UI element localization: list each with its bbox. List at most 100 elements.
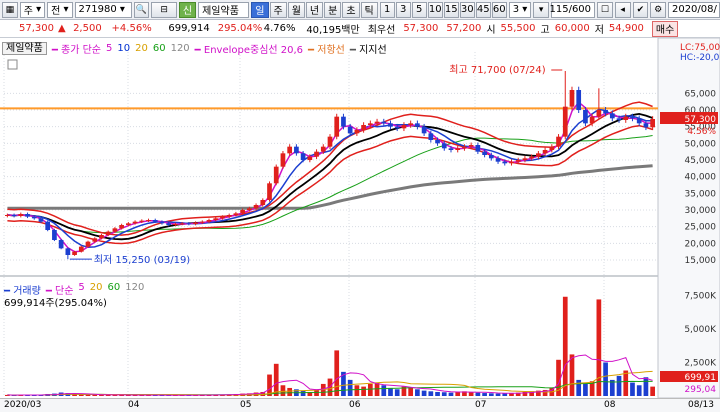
stock-code-input[interactable]: 271980 ▾ <box>74 1 132 18</box>
price-tick-label: 35,000 <box>685 189 717 199</box>
volume-bar <box>334 350 340 396</box>
arrow-left-icon[interactable]: ◂ <box>614 1 631 18</box>
candle-body <box>569 90 575 107</box>
search-icon[interactable]: 🔍 <box>133 1 150 18</box>
candle-body <box>347 126 353 134</box>
interval-button-6[interactable]: 45 <box>475 1 491 18</box>
interval-button-7[interactable]: 60 <box>491 1 507 18</box>
volume-bar <box>85 394 91 396</box>
current-price: 57,300 <box>19 23 54 34</box>
check-icon[interactable]: ✔ <box>632 1 649 18</box>
date-axis: 2020/03 04 05 06 07 08 08/13 <box>0 398 720 412</box>
grid-icon[interactable]: ▦ <box>2 1 18 18</box>
lock-icon[interactable]: ⊟ <box>151 1 177 18</box>
candle-body <box>5 215 10 216</box>
candle-body <box>623 116 629 120</box>
candle-body <box>435 140 440 144</box>
interval-select[interactable]: 3 ▾ <box>508 1 532 18</box>
candle-body <box>630 116 635 119</box>
candle-body <box>58 240 64 249</box>
ma-period-0: 5 <box>106 42 113 54</box>
all-select[interactable]: 전 ▾ <box>47 1 73 18</box>
change-percent: +4.56% <box>111 23 152 34</box>
interval-buttons: 1 3 5 10 15 30 45 60 <box>379 1 507 18</box>
interval-button-1[interactable]: 3 <box>395 1 411 18</box>
period-tab-4[interactable]: 분 <box>324 1 342 18</box>
low-price: 54,900 <box>608 23 644 34</box>
volume-bar <box>287 387 293 396</box>
candle-body <box>509 161 514 164</box>
price-tick-label: 65,000 <box>685 89 717 99</box>
price-tick-label: 15,000 <box>685 256 717 266</box>
period-tab-3[interactable]: 년 <box>305 1 324 18</box>
candle-body <box>415 123 420 127</box>
period-tab-1[interactable]: 주 <box>269 1 287 18</box>
volume-bar <box>468 392 474 396</box>
checkbox-icon[interactable]: ☐ <box>597 1 613 18</box>
interval-button-4[interactable]: 15 <box>443 1 459 18</box>
interval-button-0[interactable]: 1 <box>379 1 395 18</box>
volume-bar <box>428 391 434 396</box>
candle-body <box>529 156 535 159</box>
candle-body <box>327 136 333 147</box>
chart-settings-icon[interactable] <box>7 59 18 70</box>
candle-body <box>213 218 219 220</box>
volume-bar <box>300 390 306 396</box>
volume-bar <box>475 392 481 396</box>
chevron-down-icon[interactable]: ▾ <box>533 1 550 18</box>
candle-body <box>78 246 84 252</box>
volume-current: 699,914주(295.04%) <box>4 298 107 309</box>
volume-bar <box>435 391 440 396</box>
candle-body <box>556 136 561 147</box>
candle-body <box>18 214 24 216</box>
interval-select-value: 3 <box>512 4 520 15</box>
candle-body <box>441 143 447 149</box>
volume-bar <box>388 387 393 396</box>
period-tabs: 일주월년분초틱 <box>251 1 378 18</box>
candle-body <box>468 145 474 147</box>
current-volume-tag-text: 699,91 <box>685 373 717 383</box>
volume-bar <box>448 392 454 396</box>
candle-body <box>300 153 306 160</box>
period-tab-5[interactable]: 초 <box>342 1 360 18</box>
volume-bar <box>488 393 494 396</box>
price-change: 2,500 <box>73 23 102 34</box>
interval-button-2[interactable]: 5 <box>411 1 427 18</box>
volume-bar <box>603 362 608 396</box>
candle-body <box>85 241 91 247</box>
volume-period-2: 60 <box>107 282 121 293</box>
candle-body <box>166 223 172 225</box>
period-tab-2[interactable]: 월 <box>287 1 305 18</box>
volume-bar <box>482 393 487 396</box>
candle-body <box>354 130 360 134</box>
market-select[interactable]: 주 ▾ <box>19 1 46 18</box>
best-bid: 57,200 <box>446 23 482 34</box>
candle-body <box>515 160 521 162</box>
interval-button-5[interactable]: 30 <box>459 1 475 18</box>
candle-body <box>260 200 266 205</box>
candle-body <box>105 231 111 235</box>
stock-name-display: 제일약품 <box>198 1 250 18</box>
period-tab-6[interactable]: 틱 <box>360 1 378 18</box>
support-legend: ━ 지지선 <box>349 44 387 56</box>
volume-value: 699,914 <box>168 23 210 34</box>
period-tab-0[interactable]: 일 <box>251 1 269 18</box>
chart-background <box>0 38 720 398</box>
candle-body <box>428 133 434 140</box>
settings-icon[interactable]: ⚙ <box>650 1 666 18</box>
interval-button-3[interactable]: 10 <box>427 1 443 18</box>
candle-body <box>253 205 259 209</box>
volume-bar <box>455 391 461 396</box>
price-volume-chart[interactable]: 65,00060,00055,00050,00045,00040,00035,0… <box>0 38 720 398</box>
candle-body <box>562 106 568 137</box>
candle-body <box>583 110 588 124</box>
date-tick-last: 08/13 <box>688 400 714 410</box>
high-annotation: 최고 71,700 (07/24) <box>449 64 545 76</box>
up-arrow-icon: ▲ <box>58 23 66 34</box>
candle-body <box>186 223 192 225</box>
date-input[interactable]: 2020/08/ <box>667 1 720 18</box>
ma-label-text: 종가 단순 <box>61 44 101 56</box>
volume-bar <box>650 386 655 396</box>
buy-button[interactable]: 매수 <box>651 20 679 37</box>
volume-bar <box>280 385 286 396</box>
